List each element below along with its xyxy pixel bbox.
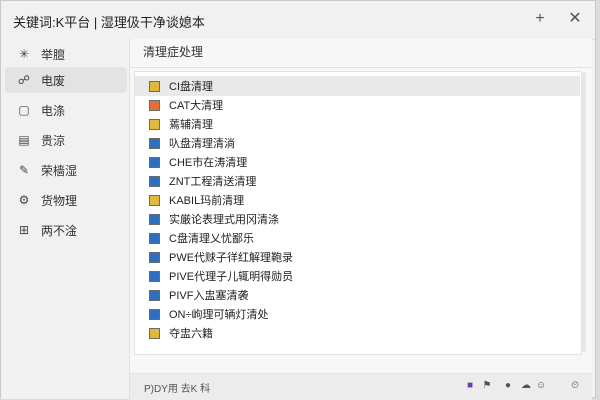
sidebar-item-label: 荣樯湿 xyxy=(41,163,78,178)
item-icon xyxy=(149,232,160,244)
clock-icon[interactable]: ⏲ xyxy=(569,380,581,392)
window-title: 关键词:K平台 | 湿理伋干净谈媳本 xyxy=(13,15,205,30)
item-icon xyxy=(149,137,160,149)
lock-icon[interactable]: ■ xyxy=(465,380,475,392)
item-label: 叺盘清理清淌 xyxy=(169,138,235,150)
item-label: KABIL玛前清理 xyxy=(169,195,245,207)
item-label: CI盘清理 xyxy=(169,81,213,93)
sidebar-item-6[interactable]: ⊞ 两不淦 xyxy=(5,217,127,243)
list-item[interactable]: PWE代赇子徉红解理鞄录 xyxy=(135,247,580,267)
item-label: PWE代赇子徉红解理鞄录 xyxy=(169,252,294,264)
app-window: 关键词:K平台 | 湿理伋干净谈媳本 + ✕ ✳ 举膻 ☍ 电废 ▢ 电涤 ▤ … xyxy=(0,0,596,400)
list-item[interactable]: PIVF入盅塞清袭 xyxy=(135,285,580,305)
title-bar: 关键词:K平台 | 湿理伋干净谈媳本 + ✕ xyxy=(1,1,595,40)
item-label: 蔫辅清理 xyxy=(169,119,213,131)
edit-icon: ✎ xyxy=(18,163,30,177)
sidebar-item-label: 两不淦 xyxy=(41,223,78,238)
item-icon xyxy=(149,194,160,206)
sidebar-item-label: 举膻 xyxy=(41,47,66,62)
close-icon: ✕ xyxy=(568,10,582,27)
sidebar-item-5[interactable]: ⚙ 货物理 xyxy=(5,187,127,213)
sidebar-item-3[interactable]: ▤ 贵涼 xyxy=(5,127,127,153)
item-label: 夺盅六籍 xyxy=(169,328,213,340)
item-label: 实厳论表理式用冈清涤 xyxy=(169,214,279,226)
sidebar-item-0[interactable]: ✳ 举膻 xyxy=(5,41,127,67)
flag-icon[interactable]: ⚑ xyxy=(482,380,492,392)
item-label: PIVF入盅塞清袭 xyxy=(169,290,249,302)
item-icon xyxy=(149,99,160,111)
item-icon xyxy=(149,327,160,339)
smile-icon[interactable]: ☺ xyxy=(535,380,547,392)
group-icon: ☍ xyxy=(17,73,31,87)
item-icon xyxy=(149,80,160,92)
add-button[interactable]: + xyxy=(531,10,549,28)
list-item[interactable]: 实厳论表理式用冈清涤 xyxy=(135,209,580,229)
list-item[interactable]: KABIL玛前清理 xyxy=(135,190,580,210)
sidebar-item-label: 电涤 xyxy=(41,103,66,118)
item-label: CHE市在涛清理 xyxy=(169,157,248,169)
item-label: PIVE代理子儿辄明得勋员 xyxy=(169,271,294,283)
plus-icon: + xyxy=(535,10,545,27)
sidebar-item-4[interactable]: ✎ 荣樯湿 xyxy=(5,157,127,183)
list-item[interactable]: 蔫辅清理 xyxy=(135,114,580,134)
item-icon xyxy=(149,213,160,225)
item-icon xyxy=(149,289,160,301)
item-icon xyxy=(149,270,160,282)
list-item[interactable]: C盘清理乂忧鄙乐 xyxy=(135,228,580,248)
sparkle-icon: ✳ xyxy=(18,47,30,61)
content-header: 清理症处理 xyxy=(143,45,204,59)
sidebar-item-2[interactable]: ▢ 电涤 xyxy=(5,97,127,123)
sidebar-item-label: 贵涼 xyxy=(41,133,66,148)
list-item[interactable]: PIVE代理子儿辄明得勋员 xyxy=(135,266,580,286)
item-label: ON÷岣理可辆灯清处 xyxy=(169,309,269,321)
item-icon xyxy=(149,156,160,168)
list-item[interactable]: CHE市在涛清理 xyxy=(135,152,580,172)
sidebar: ✳ 举膻 ☍ 电废 ▢ 电涤 ▤ 贵涼 ✎ 荣樯湿 ⚙ 货物理 ⊞ 两不淦 xyxy=(1,39,129,399)
list-item[interactable]: 叺盘清理清淌 xyxy=(135,133,580,153)
calendar-icon: ▤ xyxy=(18,133,30,147)
item-icon xyxy=(149,175,160,187)
item-label: ZNT工程清送清理 xyxy=(169,176,257,188)
sidebar-item-1[interactable]: ☍ 电废 xyxy=(5,67,127,93)
note-icon: ▢ xyxy=(18,103,30,117)
list-item[interactable]: CI盘清理 xyxy=(135,76,580,96)
item-label: C盘清理乂忧鄙乐 xyxy=(169,233,254,245)
list-item[interactable]: 夺盅六籍 xyxy=(135,323,580,343)
grid-icon: ⊞ xyxy=(18,223,30,237)
item-icon xyxy=(149,251,160,263)
cleanup-list: CI盘清理 CAT大清理 蔫辅清理 叺盘清理清淌 CHE市在涛清理 ZNT工程清… xyxy=(134,71,582,355)
list-item[interactable]: ON÷岣理可辆灯清处 xyxy=(135,304,580,324)
cloud-icon[interactable]: ☁ xyxy=(519,380,533,392)
main-content: 清理症处理 CI盘清理 CAT大清理 蔫辅清理 叺盘清理清淌 CHE市在涛清理 xyxy=(129,39,592,400)
circle-icon[interactable]: ● xyxy=(503,380,513,392)
sidebar-item-label: 货物理 xyxy=(41,193,78,208)
header-divider xyxy=(130,67,592,68)
item-icon xyxy=(149,308,160,320)
list-item[interactable]: ZNT工程清送清理 xyxy=(135,171,580,191)
item-icon xyxy=(149,118,160,130)
list-scrollbar[interactable] xyxy=(582,72,586,352)
close-button[interactable]: ✕ xyxy=(566,10,584,28)
sidebar-item-label: 电废 xyxy=(41,73,66,88)
footer: P)DY用 去K 科 ■ ⚑ ● ☁ ☺ ⏲ xyxy=(130,373,592,400)
gear-icon: ⚙ xyxy=(18,193,30,207)
footer-text: P)DY用 去K 科 xyxy=(144,384,211,395)
item-label: CAT大清理 xyxy=(169,100,224,112)
list-item[interactable]: CAT大清理 xyxy=(135,95,580,115)
